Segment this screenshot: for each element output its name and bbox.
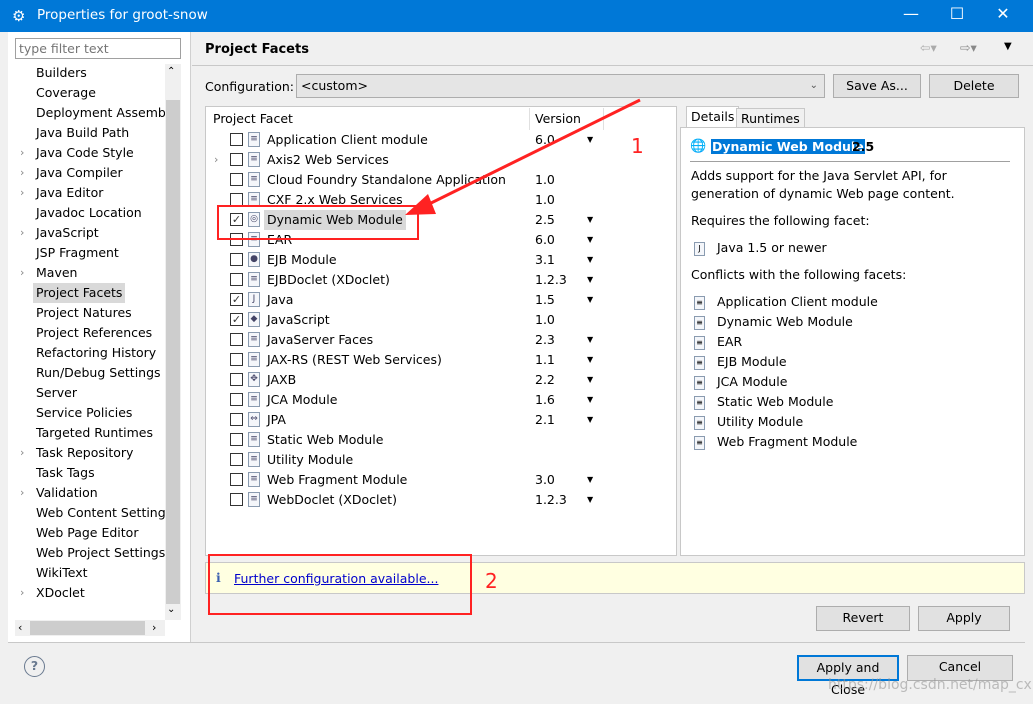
annotation-number-1: 1 [631, 134, 644, 158]
annotation-number-2: 2 [485, 569, 498, 593]
annotation-box-2 [208, 554, 472, 615]
annotation-arrow [405, 98, 641, 215]
